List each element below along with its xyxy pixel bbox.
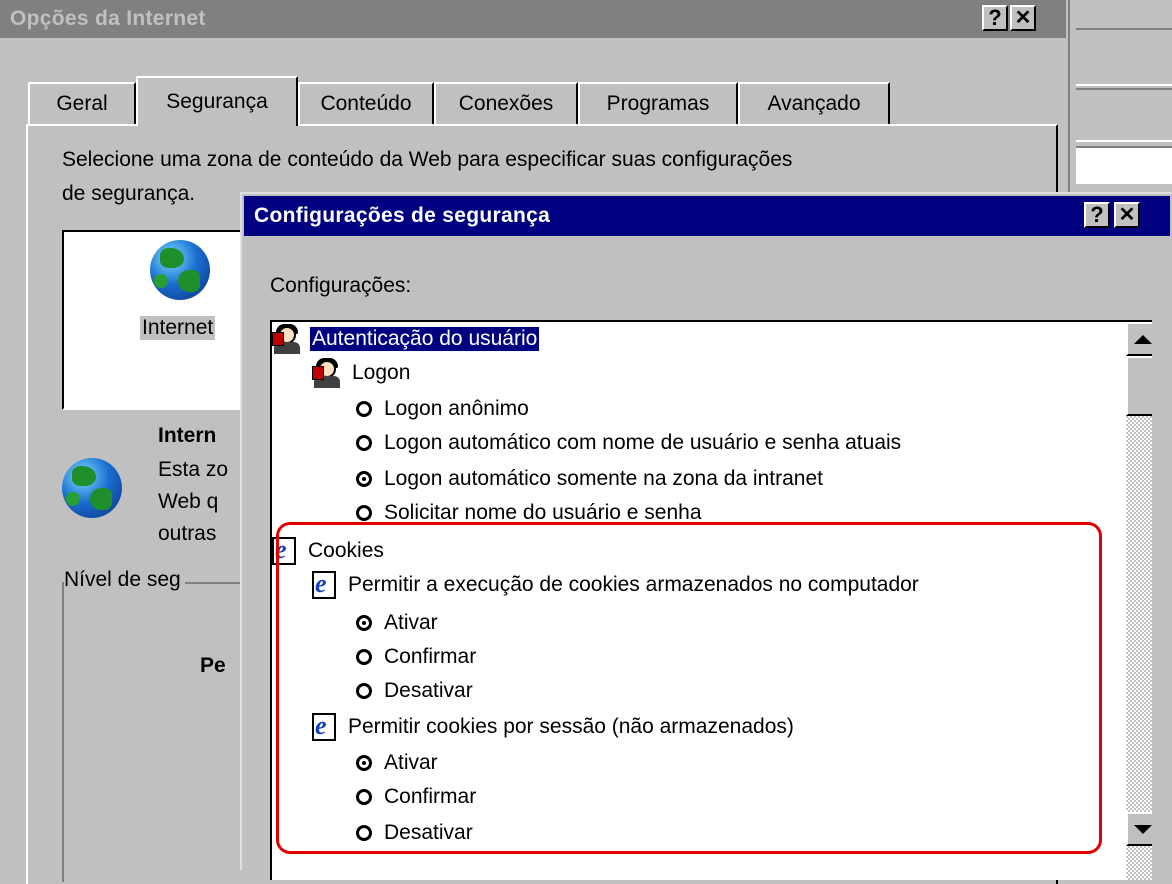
zone-description-line: Web q (158, 490, 219, 513)
setting-label: Logon automático com nome de usuário e s… (384, 431, 902, 454)
background-address-bar (1076, 146, 1172, 184)
setting-label: Logon anônimo (384, 397, 529, 420)
setting-subcategory[interactable]: e Permitir cookies por sessão (não armaze… (312, 710, 796, 744)
ie-document-icon: e (312, 711, 338, 741)
setting-radio-option[interactable]: Desativar (356, 674, 475, 708)
help-button[interactable]: ? (982, 5, 1008, 31)
setting-subcategory[interactable]: e Permitir a execução de cookies armazena… (312, 568, 921, 602)
settings-label: Configurações: (270, 274, 412, 297)
ie-document-icon: e (272, 535, 298, 565)
setting-label: Ativar (384, 751, 438, 774)
radio-checked-icon[interactable] (356, 755, 372, 771)
internet-zone-icon[interactable] (150, 240, 210, 300)
ie-document-icon: e (312, 569, 338, 599)
setting-radio-option[interactable]: Ativar (356, 606, 440, 640)
setting-radio-option[interactable]: Logon anônimo (356, 392, 531, 426)
internet-options-titlebar[interactable]: Opções da Internet (0, 0, 1066, 38)
window-title: Opções da Internet (10, 7, 206, 30)
tab-conexoes[interactable]: Conexões (434, 82, 578, 124)
tab-seguranca[interactable]: Segurança (136, 76, 298, 126)
setting-label: Logon (352, 361, 411, 384)
scroll-down-button[interactable] (1126, 812, 1152, 846)
setting-radio-option[interactable]: Logon automático com nome de usuário e s… (356, 426, 903, 460)
internet-zone-icon (62, 458, 122, 518)
tab-programas[interactable]: Programas (578, 82, 738, 124)
arrow-up-icon (1134, 334, 1152, 344)
radio-unchecked-icon[interactable] (356, 401, 372, 417)
setting-radio-option[interactable]: Logon automático somente na zona da intr… (356, 462, 825, 496)
help-button[interactable]: ? (1084, 202, 1110, 228)
zone-description-line: outras (158, 522, 217, 545)
user-authentication-icon (272, 324, 304, 354)
arrow-down-icon (1134, 824, 1152, 834)
zone-description-line: Esta zo (158, 458, 229, 481)
setting-label: Permitir a execução de cookies armazenad… (348, 573, 919, 596)
setting-label: Desativar (384, 821, 473, 844)
level-name: Pe (200, 654, 226, 677)
setting-label: Permitir cookies por sessão (não armazen… (348, 715, 794, 738)
setting-label: Logon automático somente na zona da intr… (384, 467, 823, 490)
zone-instruction-cont: de segurança. (62, 182, 196, 205)
settings-tree[interactable]: Autenticação do usuário Logon Logon anônim… (270, 320, 1152, 880)
radio-unchecked-icon[interactable] (356, 683, 372, 699)
tab-avancado[interactable]: Avançado (738, 82, 890, 124)
setting-category[interactable]: e Cookies (272, 534, 386, 568)
radio-unchecked-icon[interactable] (356, 649, 372, 665)
security-level-label: Nível de seg (64, 568, 185, 592)
setting-label: Autenticação do usuário (308, 326, 541, 352)
zone-heading: Intern (158, 424, 217, 447)
setting-category[interactable]: Autenticação do usuário (272, 322, 541, 356)
scrollbar-thumb[interactable] (1126, 356, 1152, 416)
setting-label: Cookies (308, 539, 384, 562)
radio-checked-icon[interactable] (356, 615, 372, 631)
setting-label: Desativar (384, 679, 473, 702)
radio-unchecked-icon[interactable] (356, 505, 372, 521)
dialog-title: Configurações de segurança (254, 204, 551, 227)
setting-label: Ativar (384, 611, 438, 634)
setting-radio-option[interactable]: Confirmar (356, 640, 478, 674)
scroll-up-button[interactable] (1126, 322, 1152, 356)
security-dialog-titlebar[interactable]: Configurações de segurança (244, 196, 1170, 236)
tab-conteudo[interactable]: Conteúdo (298, 82, 434, 124)
setting-label: Confirmar (384, 645, 477, 668)
setting-radio-option[interactable]: Desativar (356, 816, 475, 850)
tab-geral[interactable]: Geral (28, 82, 136, 124)
setting-label: Confirmar (384, 785, 477, 808)
radio-unchecked-icon[interactable] (356, 789, 372, 805)
setting-radio-option[interactable]: Confirmar (356, 780, 478, 814)
radio-unchecked-icon[interactable] (356, 435, 372, 451)
user-authentication-icon (312, 358, 344, 388)
setting-radio-option[interactable]: Solicitar nome do usuário e senha (356, 496, 704, 530)
radio-checked-icon[interactable] (356, 471, 372, 487)
zone-instruction: Selecione uma zona de conteúdo da Web pa… (62, 148, 793, 171)
close-button[interactable]: ✕ (1114, 202, 1140, 228)
background-toolbar (1076, 88, 1172, 142)
security-settings-dialog: Configurações de segurança ? ✕ Configura… (240, 192, 1172, 880)
background-toolbar (1076, 28, 1172, 86)
radio-unchecked-icon[interactable] (356, 825, 372, 841)
close-button[interactable]: ✕ (1010, 5, 1036, 31)
setting-label: Solicitar nome do usuário e senha (384, 501, 702, 524)
setting-radio-option[interactable]: Ativar (356, 746, 440, 780)
security-level-groupbox (62, 582, 262, 882)
vertical-scrollbar[interactable] (1126, 322, 1152, 880)
zone-item-internet[interactable]: Internet (140, 316, 216, 340)
setting-subcategory[interactable]: Logon (312, 356, 412, 390)
